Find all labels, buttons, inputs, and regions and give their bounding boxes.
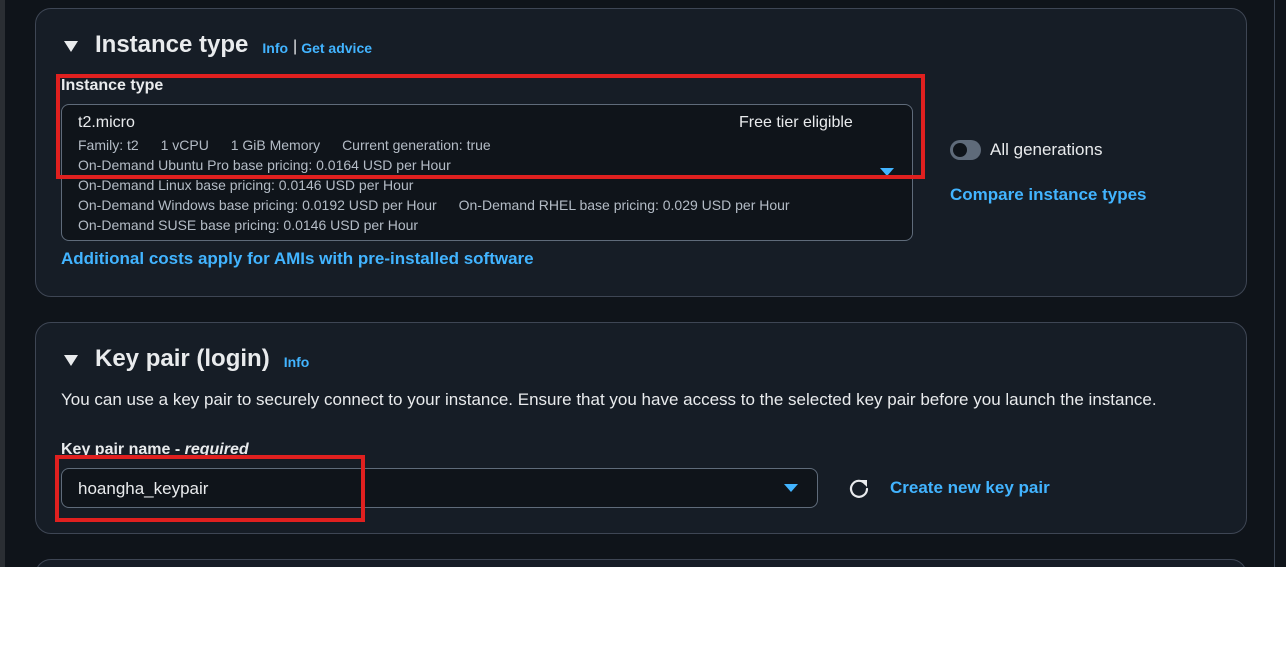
suse-pricing: On-Demand SUSE base pricing: 0.0146 USD … (78, 217, 419, 233)
additional-costs-link[interactable]: Additional costs apply for AMIs with pre… (61, 249, 534, 269)
info-link[interactable]: Info (284, 354, 310, 370)
windows-rhel-pricing: On-Demand Windows base pricing: 0.0192 U… (78, 197, 808, 213)
info-link[interactable]: Info (262, 40, 288, 56)
create-new-key-pair-link[interactable]: Create new key pair (890, 478, 1050, 498)
link-separator: | (293, 38, 298, 55)
key-pair-header: Key pair (login) Info (64, 345, 309, 373)
key-pair-description: You can use a key pair to securely conne… (61, 390, 1157, 409)
section-title[interactable]: Key pair (login) (95, 345, 270, 373)
section-title[interactable]: Instance type (95, 31, 248, 59)
next-section-panel (35, 559, 1247, 567)
key-pair-highlight (55, 455, 365, 522)
instance-type-header: Instance type Info | Get advice (64, 31, 372, 59)
console-viewport: Instance type Info | Get advice Instance… (0, 0, 1286, 567)
compare-instance-types-link[interactable]: Compare instance types (950, 185, 1147, 205)
linux-pricing: On-Demand Linux base pricing: 0.0146 USD… (78, 177, 414, 193)
scrollbar[interactable] (1274, 0, 1286, 567)
toggle-knob (953, 143, 967, 157)
caret-down-icon[interactable] (64, 40, 78, 52)
instance-type-highlight (56, 74, 925, 179)
windows-pricing: On-Demand Windows base pricing: 0.0192 U… (78, 197, 437, 213)
refresh-icon[interactable] (848, 477, 870, 499)
all-generations-label[interactable]: All generations (990, 140, 1102, 160)
dropdown-arrow-icon[interactable] (784, 484, 798, 492)
caret-down-icon[interactable] (64, 354, 78, 366)
all-generations-toggle[interactable] (950, 140, 981, 160)
get-advice-link[interactable]: Get advice (301, 40, 372, 56)
left-edge (0, 0, 5, 567)
rhel-pricing: On-Demand RHEL base pricing: 0.029 USD p… (458, 197, 790, 213)
